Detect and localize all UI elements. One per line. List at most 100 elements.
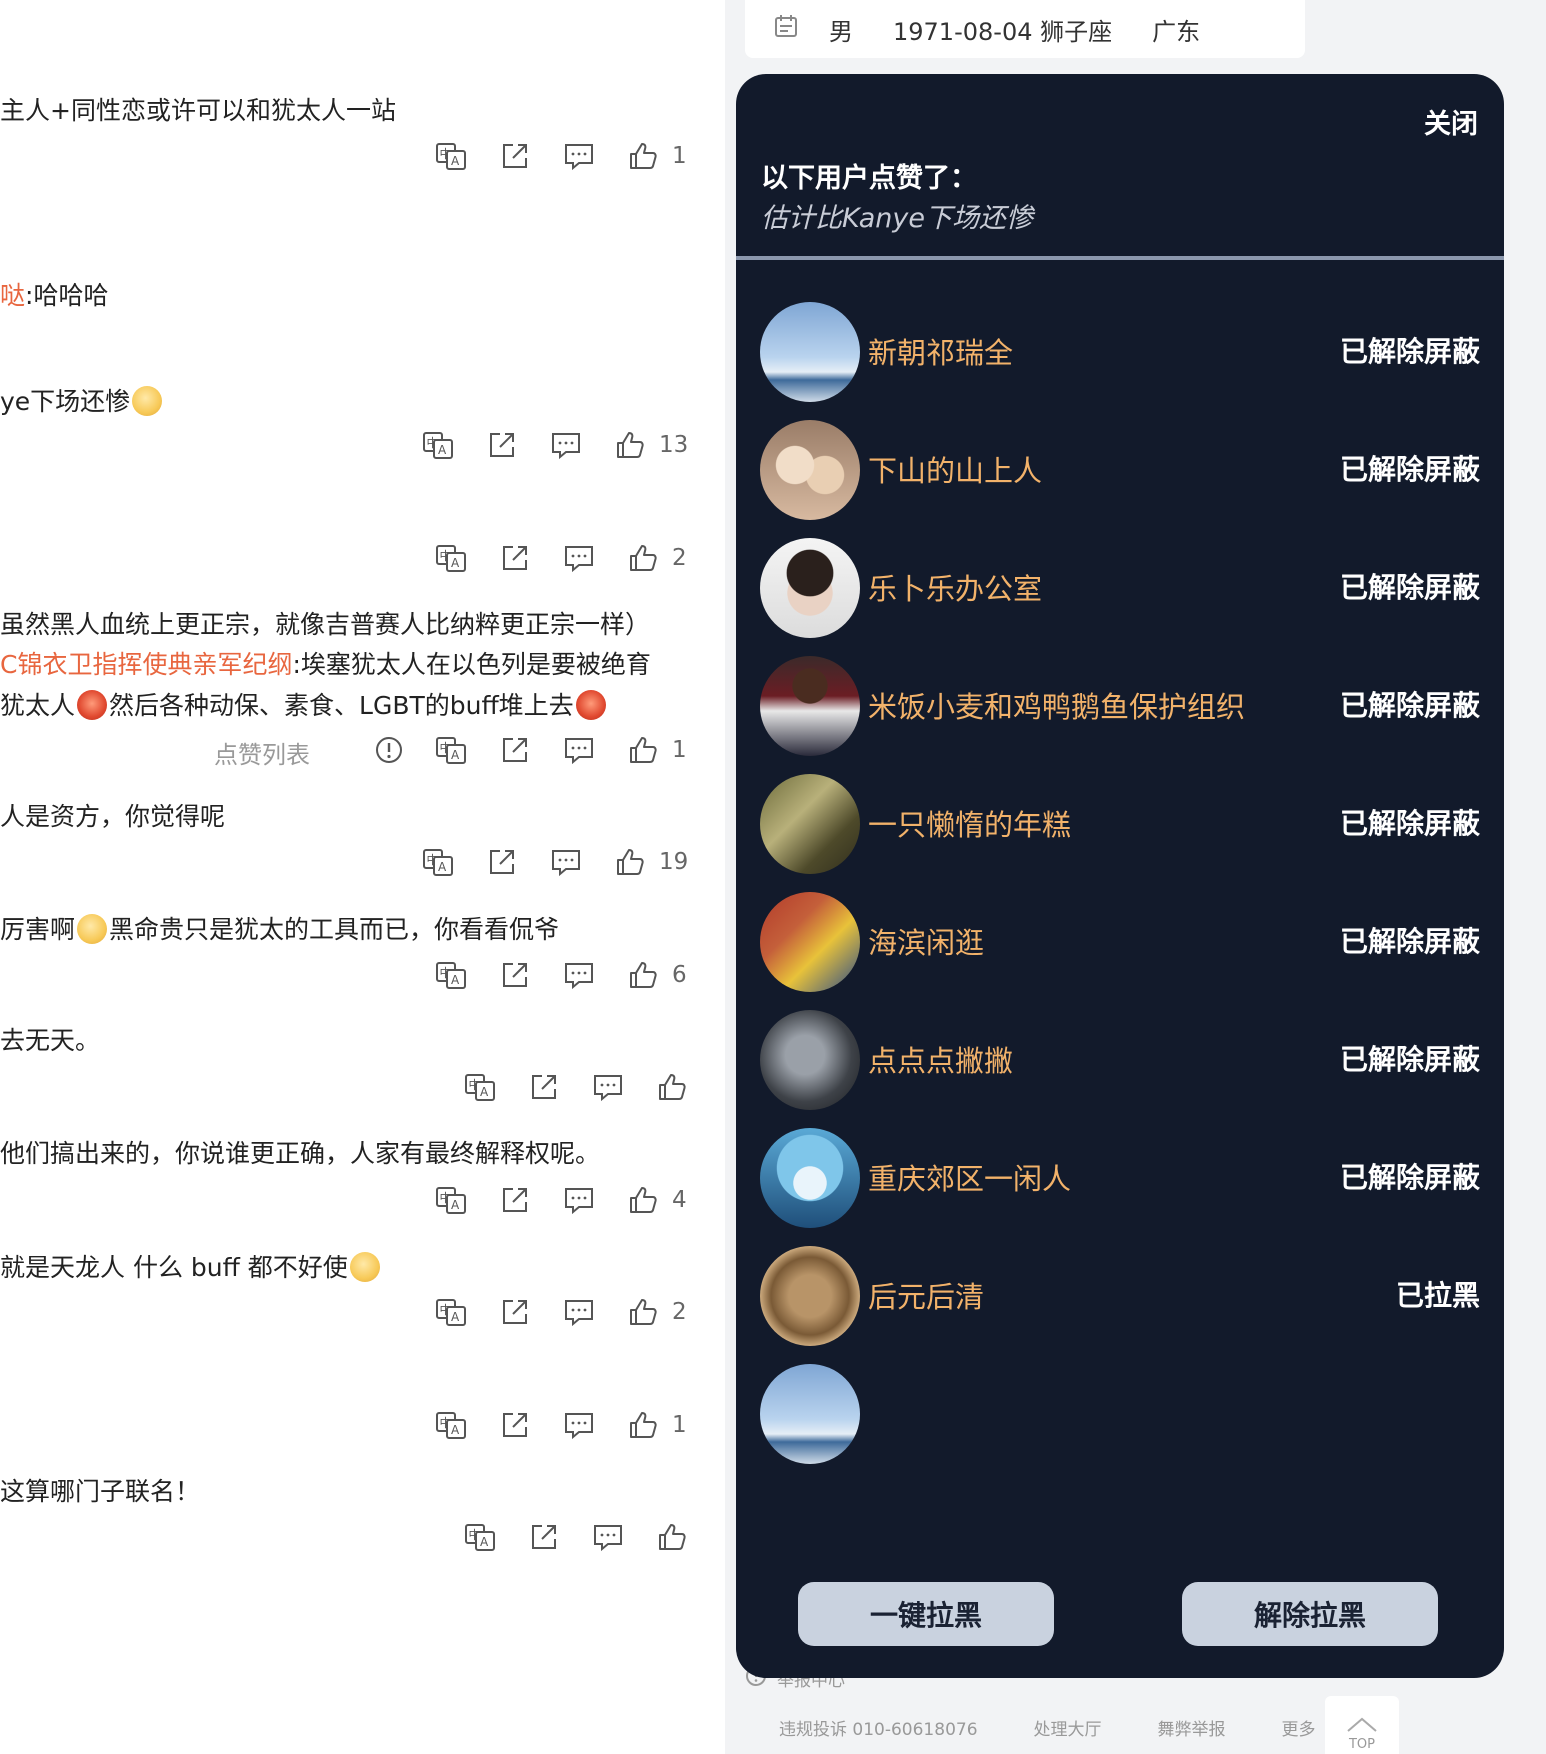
avatar[interactable] [760,656,860,756]
comment-icon[interactable] [562,1408,596,1442]
share-icon[interactable] [498,958,532,992]
user-row[interactable]: 点点点撇撇 已解除屏蔽 [736,994,1504,1126]
user-row[interactable]: 海滨闲逛 已解除屏蔽 [736,876,1504,1008]
avatar[interactable] [760,1364,860,1464]
comment-text-segment: 犹太人 [0,691,76,720]
comment-icon[interactable] [562,958,596,992]
user-row[interactable]: 重庆郊区一闲人 已解除屏蔽 [736,1112,1504,1244]
user-block-status[interactable]: 已解除屏蔽 [1340,684,1480,724]
share-icon[interactable] [498,1408,532,1442]
avatar[interactable] [760,302,860,402]
user-name[interactable]: 点点点撇撇 [868,1038,1013,1080]
user-row[interactable]: 米饭小麦和鸡鸭鹅鱼保护组织 已解除屏蔽 [736,640,1504,772]
like-icon[interactable] [655,1070,689,1104]
like-icon[interactable] [626,1183,660,1217]
user-block-status[interactable]: 已解除屏蔽 [1340,1156,1480,1196]
user-block-status[interactable]: 已拉黑 [1396,1274,1480,1314]
comment-icon[interactable] [562,541,596,575]
user-block-status[interactable]: 已解除屏蔽 [1340,330,1480,370]
translate-icon[interactable]: 中A [434,1295,468,1329]
avatar[interactable] [760,538,860,638]
comment-icon[interactable] [549,428,583,462]
share-icon[interactable] [485,428,519,462]
comment-icon[interactable] [562,1295,596,1329]
comment-actions: 中A 1 [434,730,702,770]
like-icon[interactable] [655,1520,689,1554]
translate-icon[interactable]: 中A [421,428,455,462]
like-icon[interactable] [626,139,660,173]
translate-icon[interactable]: 中A [434,958,468,992]
comment-icon[interactable] [562,733,596,767]
user-list[interactable]: 新朝祁瑞全 已解除屏蔽 下山的山上人 已解除屏蔽 乐卜乐办公室 已解除屏蔽 米饭小麦和鸡鸭鹅… [736,260,1504,1600]
avatar[interactable] [760,1128,860,1228]
translate-icon[interactable]: 中A [421,845,455,879]
user-block-status[interactable]: 已解除屏蔽 [1340,920,1480,960]
back-to-top-button[interactable]: TOP [1325,1696,1399,1754]
reply-username-link[interactable]: 哒 [0,281,25,310]
like-icon[interactable] [626,1295,660,1329]
avatar[interactable] [760,1010,860,1110]
user-block-status[interactable]: 已解除屏蔽 [1340,802,1480,842]
user-row[interactable]: 新朝祁瑞全 已解除屏蔽 [736,286,1504,418]
user-name[interactable]: 海滨闲逛 [868,920,984,962]
share-icon[interactable] [498,139,532,173]
user-row[interactable]: 下山的山上人 已解除屏蔽 [736,404,1504,536]
avatar[interactable] [760,420,860,520]
user-name[interactable]: 新朝祁瑞全 [868,330,1013,372]
block-all-button[interactable]: 一键拉黑 [798,1582,1054,1646]
user-block-status[interactable]: 已解除屏蔽 [1340,566,1480,606]
like-list-link[interactable]: 点赞列表 [214,735,310,770]
like-icon[interactable] [626,1408,660,1442]
user-block-status[interactable]: 已解除屏蔽 [1340,1038,1480,1078]
user-row[interactable] [736,1348,1504,1480]
like-icon[interactable] [626,958,660,992]
translate-icon[interactable]: 中A [434,139,468,173]
user-name[interactable]: 重庆郊区一闲人 [868,1156,1071,1198]
comment-icon[interactable] [562,1183,596,1217]
share-icon[interactable] [498,733,532,767]
user-row[interactable]: 乐卜乐办公室 已解除屏蔽 [736,522,1504,654]
user-name[interactable]: 后元后清 [868,1274,984,1316]
user-block-status[interactable]: 已解除屏蔽 [1340,448,1480,488]
footer-link-complaint[interactable]: 违规投诉 010-60618076 [779,1715,978,1740]
comment-icon[interactable] [591,1520,625,1554]
share-icon[interactable] [527,1070,561,1104]
like-icon[interactable] [613,845,647,879]
unblock-button[interactable]: 解除拉黑 [1182,1582,1438,1646]
translate-icon[interactable]: 中A [463,1520,497,1554]
footer-link-hall[interactable]: 处理大厅 [1034,1715,1102,1740]
reply-username-link[interactable]: C锦衣卫指挥使典亲军纪纲 [0,650,292,679]
user-row[interactable]: 后元后清 已拉黑 [736,1230,1504,1362]
share-icon[interactable] [485,845,519,879]
avatar[interactable] [760,892,860,992]
comment-icon[interactable] [562,139,596,173]
translate-icon[interactable]: 中A [434,541,468,575]
like-icon[interactable] [626,733,660,767]
report-icon[interactable] [372,733,406,767]
comment-actions: 中A [463,1517,719,1557]
avatar[interactable] [760,1246,860,1346]
footer-link-more[interactable]: 更多 [1282,1715,1316,1740]
share-icon[interactable] [498,1183,532,1217]
user-name[interactable]: 乐卜乐办公室 [868,566,1042,608]
like-icon[interactable] [613,428,647,462]
translate-icon[interactable]: 中A [434,1183,468,1217]
user-name[interactable]: 一只懒惰的年糕 [868,802,1071,844]
close-button[interactable]: 关闭 [1424,102,1478,141]
user-row[interactable]: 一只懒惰的年糕 已解除屏蔽 [736,758,1504,890]
user-name[interactable]: 米饭小麦和鸡鸭鹅鱼保护组织 [868,684,1245,726]
share-icon[interactable] [498,1295,532,1329]
comment-text: ye下场还惨 [0,386,164,417]
share-icon[interactable] [498,541,532,575]
comment-text: 虽然黑人血统上更正宗，就像吉普赛人比纳粹更正宗一样） [0,610,650,640]
comment-icon[interactable] [549,845,583,879]
share-icon[interactable] [527,1520,561,1554]
translate-icon[interactable]: 中A [463,1070,497,1104]
translate-icon[interactable]: 中A [434,733,468,767]
comment-icon[interactable] [591,1070,625,1104]
like-icon[interactable] [626,541,660,575]
user-name[interactable]: 下山的山上人 [868,448,1042,490]
translate-icon[interactable]: 中A [434,1408,468,1442]
footer-link-fraud[interactable]: 舞弊举报 [1158,1715,1226,1740]
avatar[interactable] [760,774,860,874]
